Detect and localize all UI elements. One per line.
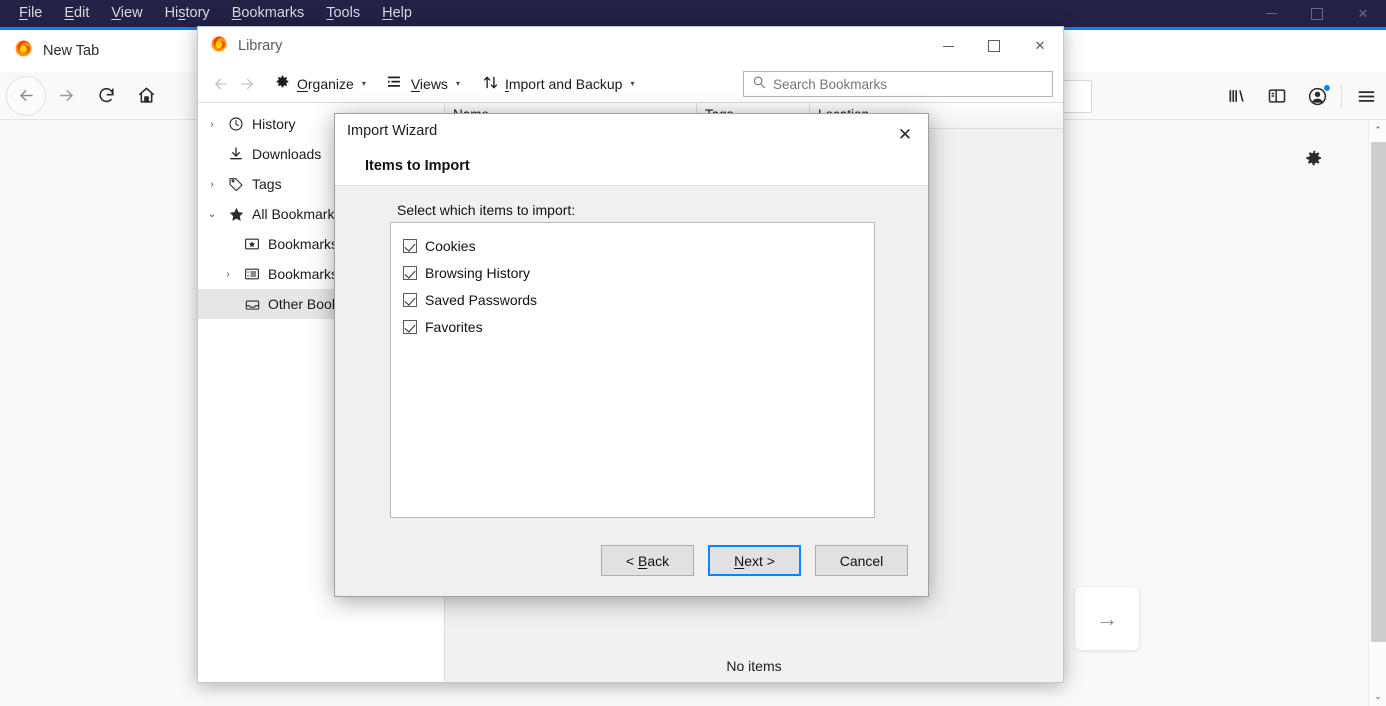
dialog-prompt: Select which items to import: bbox=[397, 202, 575, 218]
cancel-button[interactable]: Cancel bbox=[815, 545, 908, 576]
close-icon[interactable]: ✕ bbox=[1340, 0, 1386, 27]
bookmark-toolbar-icon bbox=[242, 236, 262, 252]
menu-bar: File Edit View History Bookmarks Tools H… bbox=[0, 0, 1386, 27]
next-button[interactable]: Next > bbox=[708, 545, 801, 576]
dialog-title: Import Wizard bbox=[347, 123, 437, 139]
newtab-tile-add[interactable]: → bbox=[1075, 587, 1139, 650]
checkbox-label: Favorites bbox=[425, 319, 483, 335]
home-icon[interactable] bbox=[126, 76, 166, 116]
checkbox-saved-passwords[interactable] bbox=[403, 293, 417, 307]
hamburger-menu-icon[interactable] bbox=[1346, 76, 1386, 116]
back-button[interactable]: < Back bbox=[601, 545, 694, 576]
sidebar-item-label: Tags bbox=[252, 176, 282, 192]
tag-icon bbox=[226, 176, 246, 192]
sidebar-item-label: All Bookmarks bbox=[252, 206, 341, 222]
twisty-icon[interactable]: › bbox=[204, 179, 220, 190]
import-wizard-dialog: Import Wizard Items to Import ✕ Select w… bbox=[334, 113, 929, 597]
reload-icon[interactable] bbox=[86, 76, 126, 116]
library-icon[interactable] bbox=[1217, 76, 1257, 116]
page-scrollbar[interactable]: ⌃ ⌄ bbox=[1368, 120, 1386, 706]
menu-file[interactable]: File bbox=[8, 3, 53, 25]
minimize-icon[interactable] bbox=[1248, 0, 1294, 27]
library-close-icon[interactable]: ✕ bbox=[1017, 27, 1063, 65]
checkbox-cookies[interactable] bbox=[403, 239, 417, 253]
checkbox-label: Saved Passwords bbox=[425, 292, 537, 308]
sidebar-icon[interactable] bbox=[1257, 76, 1297, 116]
empty-state-message: No items bbox=[445, 658, 1063, 674]
library-title: Library bbox=[238, 38, 282, 54]
bookmark-menu-icon bbox=[242, 266, 262, 282]
checkbox-browsing-history[interactable] bbox=[403, 266, 417, 280]
menu-tools[interactable]: Tools bbox=[315, 3, 371, 25]
inbox-icon bbox=[242, 296, 262, 313]
dialog-close-icon[interactable]: ✕ bbox=[888, 120, 922, 150]
account-icon[interactable] bbox=[1297, 76, 1337, 116]
arrow-right-icon: → bbox=[1096, 606, 1118, 632]
maximize-icon[interactable] bbox=[1294, 0, 1340, 27]
library-toolbar: Organize ▾ Views ▾ Import and Backup ▾ bbox=[198, 65, 1063, 103]
gear-icon bbox=[274, 74, 291, 94]
firefox-logo-icon bbox=[14, 39, 33, 63]
account-badge-dot bbox=[1323, 84, 1331, 92]
tab-new-tab[interactable]: New Tab bbox=[0, 30, 113, 72]
library-maximize-icon[interactable] bbox=[971, 27, 1017, 65]
checkbox-favorites[interactable] bbox=[403, 320, 417, 334]
library-forward-icon[interactable] bbox=[234, 71, 260, 97]
library-window: Library ✕ Organize ▾ bbox=[197, 26, 1064, 683]
search-bookmarks-input[interactable]: Search Bookmarks bbox=[743, 71, 1053, 97]
chevron-down-icon: ▾ bbox=[456, 79, 460, 88]
menu-view[interactable]: View bbox=[100, 3, 153, 25]
library-titlebar: Library ✕ bbox=[198, 27, 1063, 65]
menu-edit[interactable]: Edit bbox=[53, 3, 100, 25]
list-view-icon bbox=[388, 75, 405, 93]
forward-arrow-icon[interactable] bbox=[46, 76, 86, 116]
firefox-window: File Edit View History Bookmarks Tools H… bbox=[0, 0, 1386, 706]
toolbar-separator bbox=[1341, 84, 1342, 108]
menu-help[interactable]: Help bbox=[371, 3, 423, 25]
library-minimize-icon[interactable] bbox=[925, 27, 971, 65]
twisty-icon[interactable]: › bbox=[220, 269, 236, 280]
checkbox-label: Cookies bbox=[425, 238, 476, 254]
search-placeholder: Search Bookmarks bbox=[773, 77, 887, 92]
library-window-controls: ✕ bbox=[925, 27, 1063, 65]
import-items-listbox[interactable]: Cookies Browsing History Saved Passwords… bbox=[390, 222, 875, 518]
star-icon bbox=[226, 206, 246, 223]
dialog-buttons: < Back Next > Cancel bbox=[601, 545, 908, 576]
tab-label: New Tab bbox=[43, 43, 99, 59]
views-button[interactable]: Views ▾ bbox=[380, 71, 468, 97]
organize-button[interactable]: Organize ▾ bbox=[266, 70, 374, 98]
checkbox-row-favorites[interactable]: Favorites bbox=[391, 313, 874, 340]
firefox-logo-icon bbox=[210, 35, 228, 58]
checkbox-row-saved-passwords[interactable]: Saved Passwords bbox=[391, 286, 874, 313]
chevron-down-icon: ▾ bbox=[362, 79, 366, 88]
scroll-down-icon[interactable]: ⌄ bbox=[1369, 686, 1386, 706]
menu-history[interactable]: History bbox=[154, 3, 221, 25]
checkbox-label: Browsing History bbox=[425, 265, 530, 281]
checkbox-row-cookies[interactable]: Cookies bbox=[391, 232, 874, 259]
twisty-icon[interactable]: › bbox=[204, 119, 220, 130]
scrollbar-thumb[interactable] bbox=[1371, 142, 1386, 642]
sidebar-item-label: Downloads bbox=[252, 146, 321, 162]
search-icon bbox=[752, 75, 766, 94]
chevron-down-icon: ▾ bbox=[630, 79, 634, 88]
back-arrow-icon[interactable] bbox=[6, 76, 46, 116]
checkbox-row-browsing-history[interactable]: Browsing History bbox=[391, 259, 874, 286]
scroll-up-icon[interactable]: ⌃ bbox=[1369, 120, 1386, 140]
window-controls: ✕ bbox=[1248, 0, 1386, 27]
library-back-icon[interactable] bbox=[208, 71, 234, 97]
clock-icon bbox=[226, 116, 246, 132]
import-export-icon bbox=[482, 74, 499, 94]
twisty-icon[interactable]: ⌄ bbox=[204, 209, 220, 220]
menu-bookmarks[interactable]: Bookmarks bbox=[221, 3, 316, 25]
dialog-header: Import Wizard Items to Import ✕ bbox=[335, 114, 928, 186]
address-bar[interactable] bbox=[1062, 80, 1092, 113]
sidebar-item-label: History bbox=[252, 116, 296, 132]
toolbar-right bbox=[1217, 72, 1386, 120]
dialog-subtitle: Items to Import bbox=[365, 158, 470, 174]
gear-icon[interactable] bbox=[1304, 149, 1325, 175]
download-icon bbox=[226, 146, 246, 162]
import-and-backup-button[interactable]: Import and Backup ▾ bbox=[474, 70, 643, 98]
